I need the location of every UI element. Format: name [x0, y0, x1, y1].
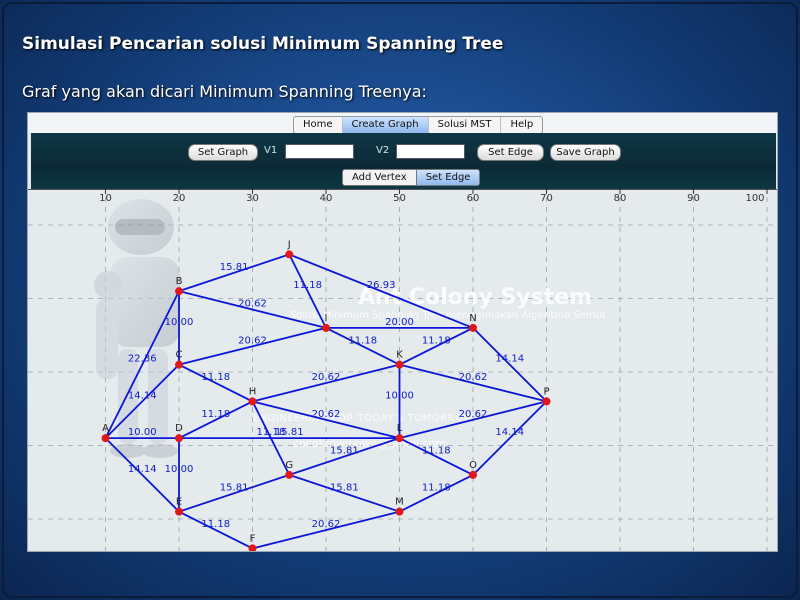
node-M[interactable]: [395, 507, 404, 516]
x-tick-label: 100: [745, 193, 764, 204]
v2-label: V2: [376, 145, 390, 156]
edge-weight-H-L: 20.62: [312, 409, 341, 420]
edge-weight-L-P: 20.62: [459, 409, 488, 420]
edge-weight-N-P: 14.14: [495, 354, 524, 365]
node-label-F: F: [250, 533, 256, 544]
edge-weight-H-D: 11.18: [201, 409, 230, 420]
node-label-E: E: [176, 497, 182, 508]
v1-label: V1: [264, 145, 278, 156]
node-label-G: G: [285, 460, 293, 471]
node-B[interactable]: [175, 287, 183, 296]
node-label-H: H: [249, 386, 257, 397]
menu-solusi-mst[interactable]: Solusi MST: [429, 117, 502, 133]
x-tick-label: 50: [393, 193, 406, 204]
node-L[interactable]: [395, 434, 404, 443]
edge-weight-A-C: 14.14: [128, 390, 157, 401]
node-label-J: J: [287, 239, 291, 250]
edge-weight-J-N: 26.93: [367, 280, 396, 291]
node-label-D: D: [175, 423, 183, 434]
node-label-K: K: [396, 350, 403, 361]
node-D[interactable]: [175, 434, 183, 443]
node-K[interactable]: [395, 360, 404, 369]
edge-weight-E-F: 11.18: [201, 519, 230, 530]
v2-input[interactable]: [396, 144, 465, 159]
slide-title: Simulasi Pencarian solusi Minimum Spanni…: [22, 34, 504, 54]
x-tick-label: 10: [99, 193, 112, 204]
node-label-P: P: [543, 386, 549, 397]
edge-weight-C-H: 11.18: [201, 372, 230, 383]
x-tick-label: 30: [246, 193, 259, 204]
node-label-C: C: [176, 350, 183, 361]
bg-subtitle: Solusi Minimum Spanning Tree menggunakan…: [290, 310, 606, 321]
edge-weight-I-N: 20.00: [385, 317, 414, 328]
edge-weight-D-E: 10.00: [165, 464, 194, 475]
node-label-M: M: [395, 497, 404, 508]
edge-weight-A-D: 10.00: [128, 427, 157, 438]
tab-set-edge[interactable]: Set Edge: [415, 170, 480, 185]
edge-weight-D-L: 15.81: [275, 427, 304, 438]
edge-weight-G-L: 15.81: [330, 446, 359, 457]
node-H[interactable]: [248, 397, 257, 406]
node-N[interactable]: [469, 323, 477, 332]
node-A[interactable]: [101, 434, 110, 443]
edge-weight-J-I: 11.18: [293, 280, 322, 291]
edge-weight-K-L: 10.00: [385, 390, 414, 401]
edge-weight-B-C: 10.00: [165, 317, 194, 328]
node-C[interactable]: [175, 360, 183, 369]
edge-weight-C-I: 20.62: [238, 335, 267, 346]
node-O[interactable]: [469, 470, 477, 479]
edge-weight-B-I: 20.62: [238, 299, 267, 310]
menubar: Home Create Graph Solusi MST Help: [28, 113, 777, 134]
menu-create-graph[interactable]: Create Graph: [342, 117, 429, 133]
edge-weight-K-H: 20.62: [312, 372, 341, 383]
edge-weight-M-O: 11.18: [422, 482, 451, 493]
x-tick-label: 90: [687, 193, 700, 204]
edge-weight-K-P: 20.62: [459, 372, 488, 383]
x-tick-label: 80: [614, 193, 627, 204]
node-label-L: L: [397, 423, 403, 434]
edge-weight-A-E: 14.14: [128, 464, 157, 475]
node-label-A: A: [102, 423, 109, 434]
node-label-B: B: [176, 276, 183, 287]
edge-weight-P-O: 14.14: [495, 427, 524, 438]
node-P[interactable]: [542, 397, 551, 406]
menu-help[interactable]: Help: [501, 117, 542, 133]
graph-canvas[interactable]: Ant Colony System Solusi Minimum Spannin…: [28, 189, 777, 551]
edge-weight-L-O: 11.18: [422, 446, 451, 457]
x-tick-label: 60: [467, 193, 480, 204]
save-graph-button[interactable]: Save Graph: [550, 144, 621, 161]
edge-weight-F-M: 20.62: [312, 519, 341, 530]
tab-add-vertex[interactable]: Add Vertex: [343, 170, 416, 185]
menu-home[interactable]: Home: [294, 117, 343, 133]
mode-tabs: Add Vertex Set Edge: [342, 169, 481, 186]
toolbar: Set Graph V1 V2 Set Edge Save Graph Add …: [31, 133, 776, 189]
v1-input[interactable]: [285, 144, 354, 159]
edge-weight-B-J: 15.81: [220, 262, 249, 273]
node-J[interactable]: [285, 250, 294, 259]
node-label-O: O: [469, 460, 477, 471]
node-I[interactable]: [322, 323, 330, 332]
menu-group: Home Create Graph Solusi MST Help: [293, 116, 544, 134]
node-E[interactable]: [175, 507, 183, 516]
edge-weight-K-N: 11.18: [422, 335, 451, 346]
node-G[interactable]: [285, 470, 294, 479]
edge-weight-I-K: 11.18: [348, 335, 377, 346]
slide-subtitle: Graf yang akan dicari Minimum Spanning T…: [22, 82, 427, 101]
x-tick-label: 40: [320, 193, 333, 204]
app-window: Home Create Graph Solusi MST Help Set Gr…: [27, 112, 778, 552]
x-tick-label: 70: [540, 193, 553, 204]
edge-weight-E-G: 15.81: [220, 482, 249, 493]
node-label-I: I: [325, 313, 328, 324]
node-label-N: N: [469, 313, 476, 324]
edge-weight-A-B: 22.36: [128, 354, 157, 365]
set-edge-button[interactable]: Set Edge: [477, 144, 544, 161]
x-tick-label: 20: [173, 193, 186, 204]
bg-footer-1: ENGINEERING FOR TODAY'S TOMORROW: [253, 413, 474, 424]
set-graph-button[interactable]: Set Graph: [188, 144, 258, 161]
edge-weight-G-M: 15.81: [330, 482, 359, 493]
